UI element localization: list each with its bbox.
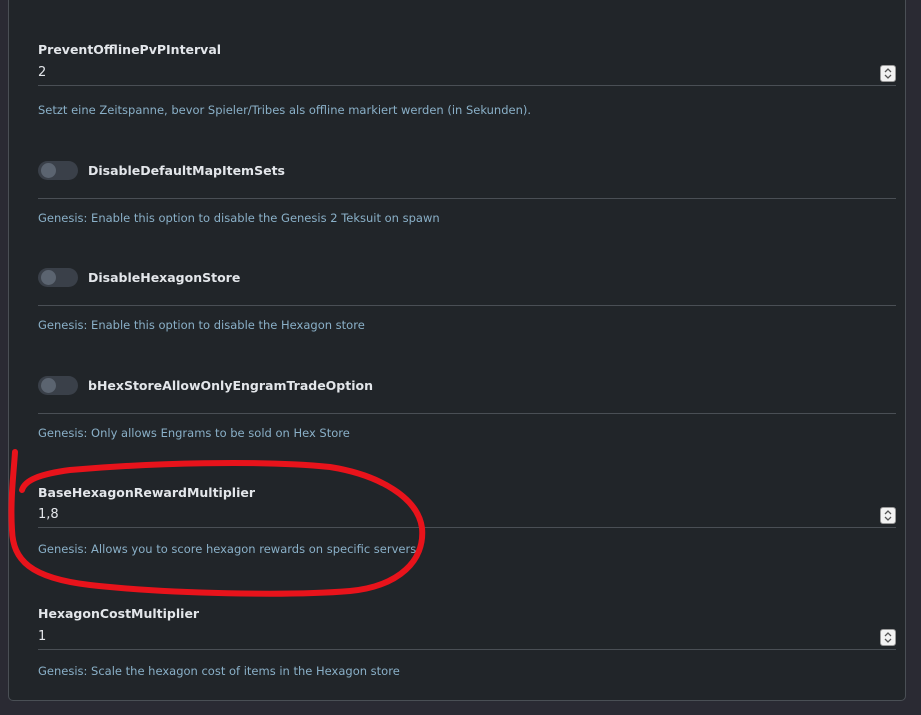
setting-label: HexagonCostMultiplier — [38, 606, 200, 621]
prevent-offline-pvp-interval-input[interactable]: 2 — [38, 62, 896, 86]
divider — [38, 305, 896, 306]
setting-label: DisableDefaultMapItemSets — [88, 163, 285, 178]
setting-help-text: Genesis: Allows you to score hexagon rew… — [38, 542, 417, 556]
hex-store-allow-only-engram-trade-toggle[interactable] — [38, 376, 78, 395]
setting-help-text: Genesis: Only allows Engrams to be sold … — [38, 426, 350, 440]
setting-help-text: Setzt eine Zeitspanne, bevor Spieler/Tri… — [38, 103, 532, 117]
up-down-arrows-icon[interactable] — [880, 629, 896, 646]
up-down-arrows-icon[interactable] — [880, 507, 896, 524]
input-value: 1 — [38, 629, 47, 644]
setting-label: bHexStoreAllowOnlyEngramTradeOption — [88, 378, 374, 393]
divider — [38, 413, 896, 414]
toggle-knob — [41, 378, 56, 393]
up-down-arrows-icon[interactable] — [880, 65, 896, 82]
hexagon-cost-multiplier-input[interactable]: 1 — [38, 626, 896, 650]
setting-help-text: Genesis: Enable this option to disable t… — [38, 211, 440, 225]
toggle-knob — [41, 270, 56, 285]
input-value: 1,8 — [38, 507, 59, 522]
disable-hexagon-store-toggle[interactable] — [38, 268, 78, 287]
toggle-knob — [41, 163, 56, 178]
setting-label: PreventOfflinePvPInterval — [38, 42, 222, 57]
setting-help-text: Genesis: Enable this option to disable t… — [38, 318, 365, 332]
setting-label: DisableHexagonStore — [88, 270, 241, 285]
disable-default-map-item-sets-toggle[interactable] — [38, 161, 78, 180]
settings-panel: PreventOfflinePvPInterval 2 Setzt eine Z… — [8, 0, 906, 701]
input-value: 2 — [38, 65, 47, 80]
divider — [38, 198, 896, 199]
base-hexagon-reward-multiplier-input[interactable]: 1,8 — [38, 504, 896, 528]
setting-label: BaseHexagonRewardMultiplier — [38, 485, 255, 500]
setting-help-text: Genesis: Scale the hexagon cost of items… — [38, 664, 400, 678]
